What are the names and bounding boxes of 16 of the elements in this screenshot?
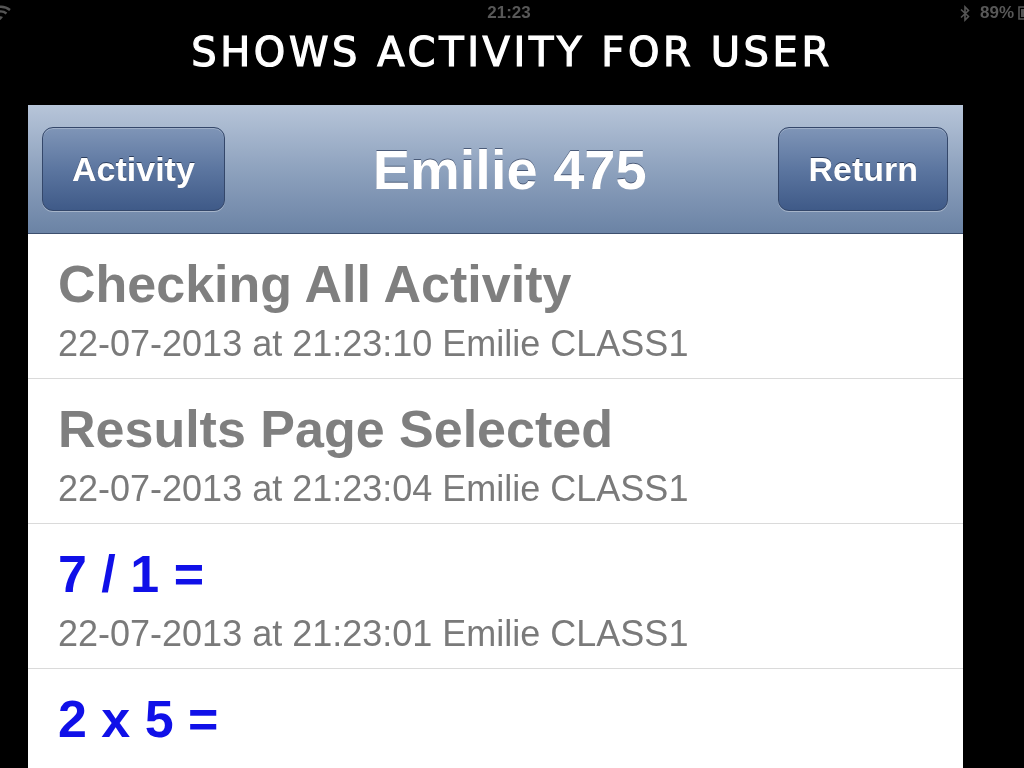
slide-caption: SHOWS ACTIVITY FOR USER — [190, 28, 834, 77]
activity-title: 2 x 5 = — [58, 690, 220, 748]
status-time: 21:23 — [487, 3, 531, 23]
activity-title: Results Page Selected — [58, 400, 614, 458]
bluetooth-icon — [959, 4, 970, 22]
activity-button[interactable]: Activity — [42, 127, 225, 211]
wifi-icon — [0, 4, 12, 20]
activity-detail: 22-07-2013 at 21:23:04 Emilie CLASS1 — [58, 468, 690, 510]
activity-detail: 22-07-2013 at 21:23:10 Emilie CLASS1 — [58, 323, 690, 365]
battery-percent: 89% — [979, 3, 1014, 23]
return-button[interactable]: Return — [778, 127, 948, 211]
activity-title: Checking All Activity — [58, 255, 573, 313]
nav-title: Emilie 475 — [372, 136, 647, 202]
activity-detail: 22-07-2013 at 21:23:01 Emilie CLASS1 — [58, 613, 690, 655]
activity-title: 7 / 1 = — [58, 545, 205, 603]
battery-icon — [1018, 6, 1024, 20]
